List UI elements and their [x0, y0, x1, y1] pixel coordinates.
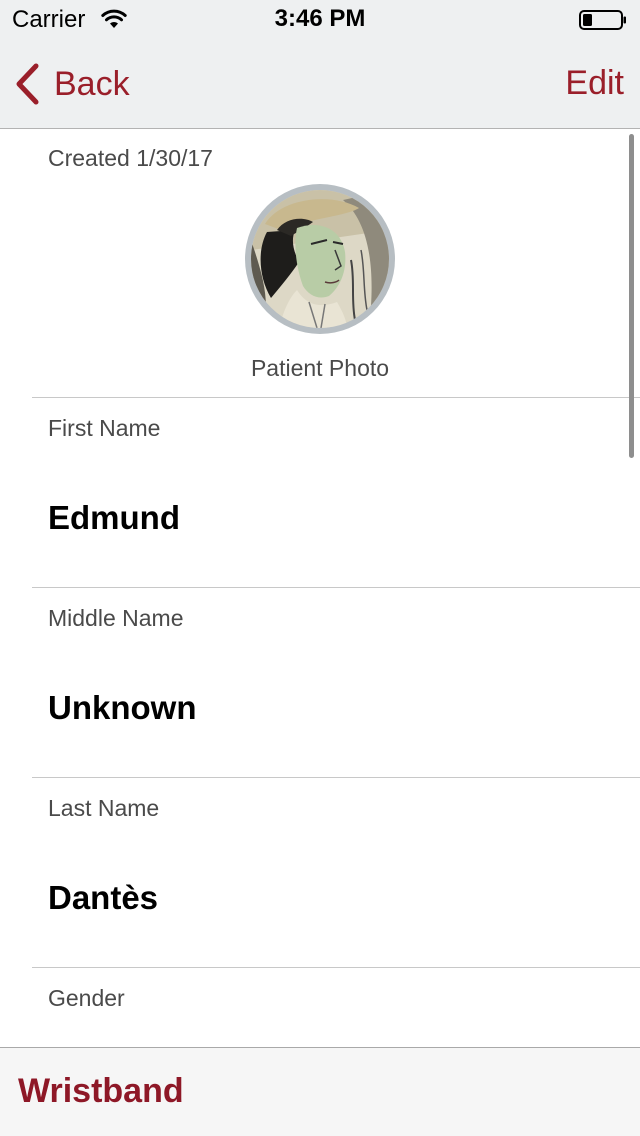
status-bar: Carrier 3:46 PM [0, 0, 640, 40]
middle-name-value: Unknown [48, 689, 197, 726]
last-name-value: Dantès [48, 879, 159, 916]
battery-icon [579, 10, 626, 30]
clock: 3:46 PM [274, 5, 366, 32]
last-name-label: Last Name [48, 795, 160, 821]
first-name-value: Edmund [48, 499, 180, 536]
top-bar: Carrier 3:46 PM Back Edit [0, 0, 640, 129]
divider [32, 587, 640, 588]
divider [32, 397, 640, 398]
patient-photo-frame[interactable] [245, 184, 395, 334]
patient-detail-screen: Carrier 3:46 PM Back Edit Created 1/30/1… [0, 0, 640, 1136]
edit-button[interactable]: Edit [565, 64, 624, 103]
divider [32, 967, 640, 968]
patient-photo-caption: Patient Photo [250, 355, 390, 381]
navigation-bar: Back Edit [0, 40, 640, 128]
patient-photo [251, 190, 389, 328]
first-name-label: First Name [48, 415, 161, 441]
created-date: Created 1/30/17 [48, 145, 213, 171]
scroll-indicator[interactable] [629, 134, 634, 458]
divider [32, 777, 640, 778]
chevron-left-icon [16, 63, 39, 105]
patient-details-list[interactable]: Created 1/30/17 Patient Photo First Name… [0, 129, 640, 1047]
wristband-button[interactable]: Wristband [18, 1072, 184, 1111]
bottom-toolbar: Wristband [0, 1047, 640, 1136]
back-button[interactable]: Back [14, 62, 130, 106]
middle-name-label: Middle Name [48, 605, 184, 631]
gender-label: Gender [48, 985, 125, 1011]
back-button-label: Back [54, 64, 130, 103]
